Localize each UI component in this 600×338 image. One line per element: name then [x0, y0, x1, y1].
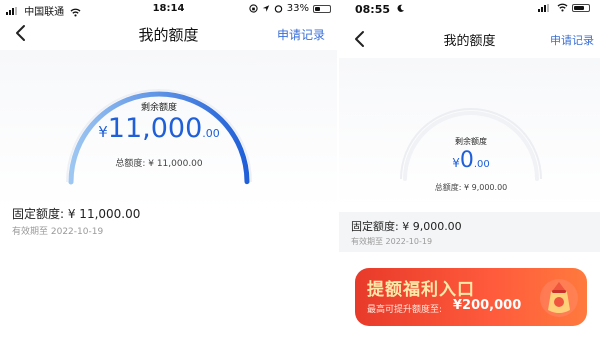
- status-left: 08:55: [355, 3, 405, 16]
- amount-integer: 11,000: [107, 113, 203, 144]
- currency-symbol: ¥: [452, 156, 460, 170]
- banner-subtitle: 最高可提升额度至:: [367, 305, 443, 315]
- currency-symbol: ¥: [98, 123, 108, 141]
- total-credit: 总额度: ¥ 11,000.00: [115, 159, 203, 169]
- fixed-credit: 固定额度: ¥ 11,000.00: [12, 207, 141, 221]
- battery-icon: [313, 4, 331, 13]
- status-right: [538, 3, 590, 12]
- status-time: 08:55: [355, 3, 391, 16]
- lucky-bag-icon: [540, 279, 578, 317]
- banner-amount: ¥200,000: [453, 298, 522, 313]
- status-bar: 08:55: [339, 0, 600, 18]
- signal-bars-icon: [538, 3, 549, 12]
- nav-bar: 我的额度 申请记录: [0, 20, 337, 46]
- amount-integer: 0: [459, 148, 474, 173]
- battery-percent: 33%: [286, 3, 309, 14]
- application-records-link[interactable]: 申请记录: [550, 32, 594, 48]
- rotation-lock-icon: [249, 4, 258, 13]
- amount-decimals: .00: [473, 159, 490, 170]
- remaining-label: 剩余额度: [455, 137, 487, 146]
- remaining-amount: ¥0.00: [391, 148, 551, 173]
- status-right: 33%: [249, 3, 331, 14]
- valid-until: 有效期至 2022-10-19: [351, 237, 433, 246]
- location-icon: [262, 5, 269, 12]
- remaining-amount: ¥11,000.00: [54, 113, 264, 144]
- right-screen: 08:55 我的额度 申请记录 剩余额度 ¥0.00 总额度: ¥ 9,000.…: [339, 0, 600, 338]
- credit-boost-banner[interactable]: 提额福利入口 最高可提升额度至: ¥200,000: [355, 268, 587, 326]
- left-screen: 中国联通 18:14 33% 我的额度 申请记录 剩余额度 ¥11,000.00: [0, 0, 337, 338]
- amount-decimals: .00: [202, 127, 220, 140]
- moon-icon: [397, 4, 404, 12]
- total-credit: 总额度: ¥ 9,000.00: [434, 183, 508, 192]
- valid-until: 有效期至 2022-10-19: [12, 227, 104, 237]
- banner-title: 提额福利入口: [367, 280, 475, 300]
- nav-bar: 我的额度 申请记录: [339, 26, 600, 52]
- remaining-label: 剩余额度: [140, 103, 177, 113]
- application-records-link[interactable]: 申请记录: [277, 26, 325, 43]
- battery-icon: [572, 3, 590, 12]
- status-bar: 中国联通 18:14 33%: [0, 0, 337, 18]
- fixed-credit: 固定额度: ¥ 9,000.00: [351, 220, 462, 233]
- wifi-icon: [557, 3, 568, 12]
- alarm-icon: [274, 5, 283, 13]
